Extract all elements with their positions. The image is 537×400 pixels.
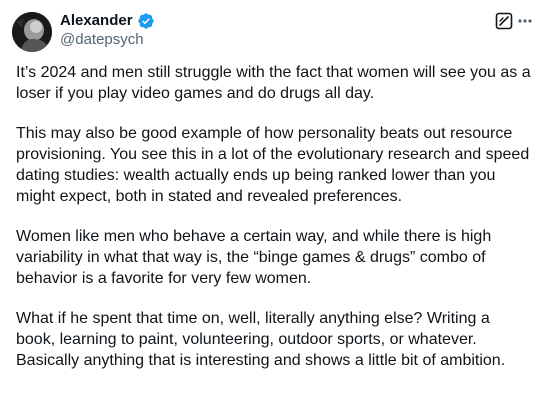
tweet-paragraph: It’s 2024 and men still struggle with th… [16, 64, 531, 102]
avatar[interactable] [12, 12, 52, 52]
author-name-row: Alexander [60, 11, 155, 31]
more-options-icon[interactable] [517, 12, 533, 30]
grok-icon[interactable] [495, 12, 513, 30]
verified-badge-icon [137, 12, 155, 30]
tweet-paragraph: This may also be good example of how per… [16, 125, 530, 205]
tweet-paragraph: Women like men who behave a certain way,… [16, 228, 492, 287]
avatar-image [12, 12, 52, 52]
author-handle[interactable]: @datepsych [60, 30, 144, 50]
tweet-text: It’s 2024 and men still struggle with th… [16, 62, 531, 371]
tweet-card: Alexander @datepsych It’s 2024 and men s… [0, 0, 537, 400]
tweet-paragraph: What if he spent that time on, well, lit… [16, 310, 506, 369]
author-display-name[interactable]: Alexander [60, 11, 133, 31]
